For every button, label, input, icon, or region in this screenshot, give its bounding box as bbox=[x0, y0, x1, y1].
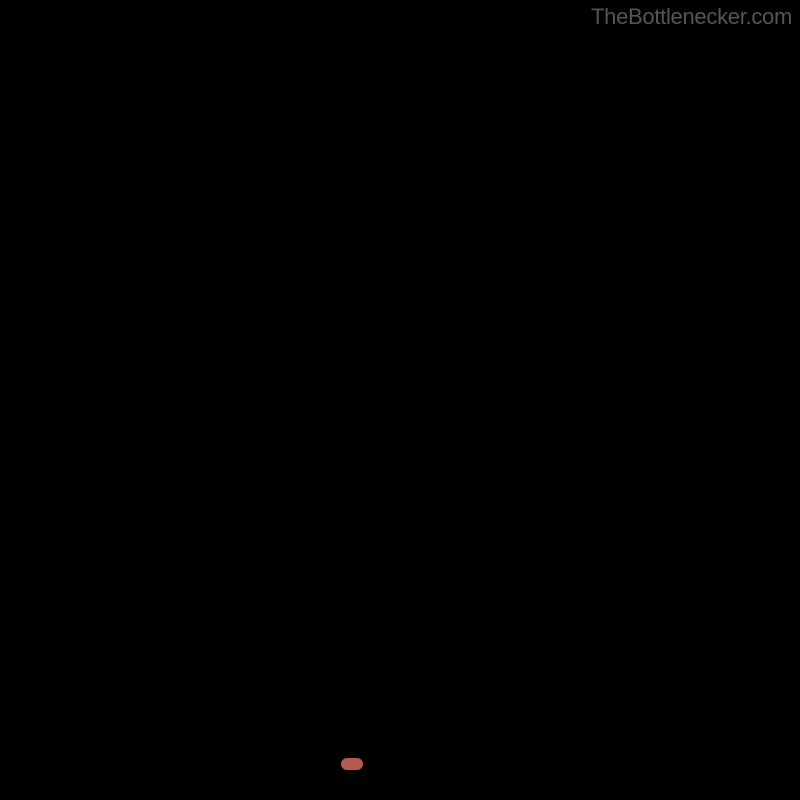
watermark-text: TheBottlenecker.com bbox=[591, 4, 792, 30]
optimum-marker bbox=[341, 758, 363, 770]
plot-area bbox=[29, 29, 771, 771]
gradient-background bbox=[29, 29, 771, 771]
chart-frame: TheBottlenecker.com bbox=[0, 0, 800, 800]
